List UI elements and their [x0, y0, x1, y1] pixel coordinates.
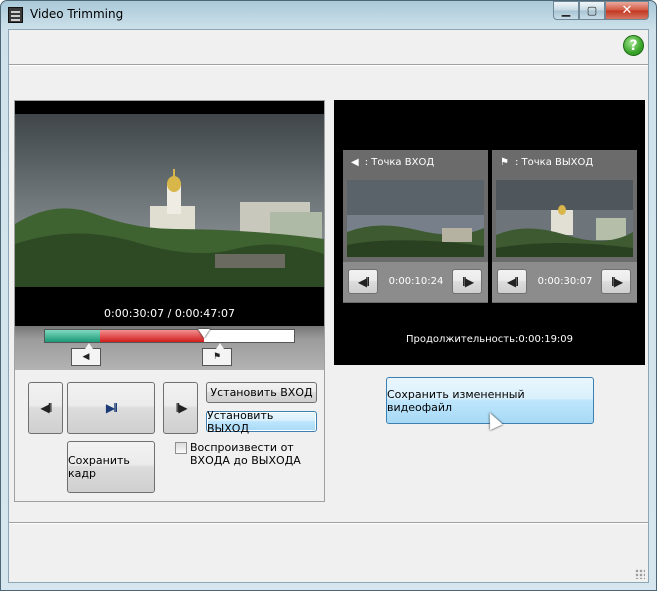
out-flag-icon: ⚑	[212, 352, 222, 362]
playhead-handle[interactable]	[198, 329, 210, 338]
out-point-thumbnail	[496, 180, 633, 257]
minimize-icon: ▁	[561, 4, 571, 17]
timeline-track: ◀ ⚑	[15, 326, 324, 370]
maximize-icon: ▢	[586, 4, 598, 17]
out-thumbnail-image	[496, 180, 633, 257]
play-pause-button[interactable]: ▶II	[67, 382, 155, 434]
in-flag-icon: ◀	[351, 157, 359, 168]
in-marker[interactable]: ◀	[71, 343, 101, 366]
in-prev-icon: ◀II	[357, 274, 370, 289]
resize-grip[interactable]	[635, 569, 645, 579]
bottom-divider	[9, 522, 648, 524]
save-video-label: Сохранить измененный видеофайл	[387, 387, 525, 414]
out-marker[interactable]: ⚑	[202, 343, 232, 366]
save-frame-label: Сохранить кадр	[68, 454, 130, 480]
save-frame-button[interactable]: Сохранить кадр	[67, 441, 155, 493]
progress-in-to-playhead	[100, 330, 204, 342]
trim-duration: Продолжительность:0:00:19:09	[405, 334, 574, 345]
play-in-out-label: Воспроизвести от ВХОДА до ВЫХОДА	[190, 441, 301, 467]
in-point-thumbnail	[347, 180, 484, 257]
next-frame-icon: II▶	[175, 401, 187, 415]
next-frame-button[interactable]: II▶	[163, 382, 198, 434]
out-next-icon: II▶	[610, 274, 623, 289]
out-point-controls: ◀II 0:00:30:07 II▶	[492, 262, 637, 302]
out-point-label: : Точка ВЫХОД	[514, 157, 594, 168]
video-frame	[15, 114, 324, 287]
in-point-prev-button[interactable]: ◀II	[348, 269, 378, 294]
player-panel: 0:00:30:07 / 0:00:47:07 ◀ ⚑ ◀II ▶II II▶	[14, 100, 325, 502]
out-prev-icon: ◀II	[506, 274, 519, 289]
title-bar[interactable]: Video Trimming ▁ ▢ ✕	[1, 1, 656, 29]
in-point-controls: ◀II 0:00:10:24 II▶	[343, 262, 488, 302]
prev-frame-icon: ◀II	[40, 401, 52, 415]
timeline-progress[interactable]	[44, 329, 295, 343]
out-point-box: ⚑ : Точка ВЫХОД ◀II 0:00:30:07 II▶	[492, 150, 637, 303]
in-thumbnail-image	[347, 180, 484, 257]
progress-before-in	[45, 330, 100, 342]
in-next-icon: II▶	[461, 274, 474, 289]
help-label: ?	[629, 37, 638, 54]
out-point-header: ⚑ : Точка ВЫХОД	[492, 150, 637, 175]
film-icon	[8, 7, 23, 23]
in-point-time: 0:00:10:24	[388, 276, 444, 287]
set-out-button[interactable]: Установить ВЫХОД	[206, 408, 317, 435]
close-button[interactable]: ✕	[605, 1, 649, 20]
in-out-preview-panel: ◀ : Точка ВХОД ◀II 0:00:10:24 II▶ ⚑: То…	[334, 100, 645, 365]
help-icon[interactable]: ?	[623, 35, 644, 56]
video-trimming-window: Video Trimming ▁ ▢ ✕ ? 0:00:30:07 / 0:00…	[0, 0, 657, 591]
in-flag-icon: ◀	[82, 352, 90, 362]
minimize-button[interactable]: ▁	[553, 1, 579, 20]
caption-buttons: ▁ ▢ ✕	[553, 1, 649, 20]
out-point-prev-button[interactable]: ◀II	[497, 269, 527, 294]
top-divider	[9, 64, 648, 66]
set-in-label: Установить ВХОД	[210, 386, 313, 399]
in-point-box: ◀ : Точка ВХОД ◀II 0:00:10:24 II▶	[343, 150, 488, 303]
playback-timecode: 0:00:30:07 / 0:00:47:07	[104, 307, 235, 320]
in-point-label: : Точка ВХОД	[364, 157, 435, 168]
video-frame-image	[15, 114, 324, 287]
out-point-next-button[interactable]: II▶	[601, 269, 631, 294]
out-flag-icon: ⚑	[500, 157, 509, 168]
maximize-button[interactable]: ▢	[579, 1, 605, 20]
client-area: ? 0:00:30:07 / 0:00:47:07 ◀ ⚑ ◀II ▶II II…	[8, 29, 649, 583]
play-pause-icon: ▶II	[105, 401, 118, 415]
out-point-time: 0:00:30:07	[537, 276, 593, 287]
window-title: Video Trimming	[30, 7, 124, 21]
prev-frame-button[interactable]: ◀II	[28, 382, 63, 434]
play-in-out-checkbox[interactable]	[175, 442, 187, 454]
in-point-next-button[interactable]: II▶	[452, 269, 482, 294]
close-icon: ✕	[621, 3, 633, 18]
in-point-header: ◀ : Точка ВХОД	[343, 150, 488, 175]
set-in-button[interactable]: Установить ВХОД	[206, 382, 317, 403]
set-out-label: Установить ВЫХОД	[207, 408, 274, 435]
